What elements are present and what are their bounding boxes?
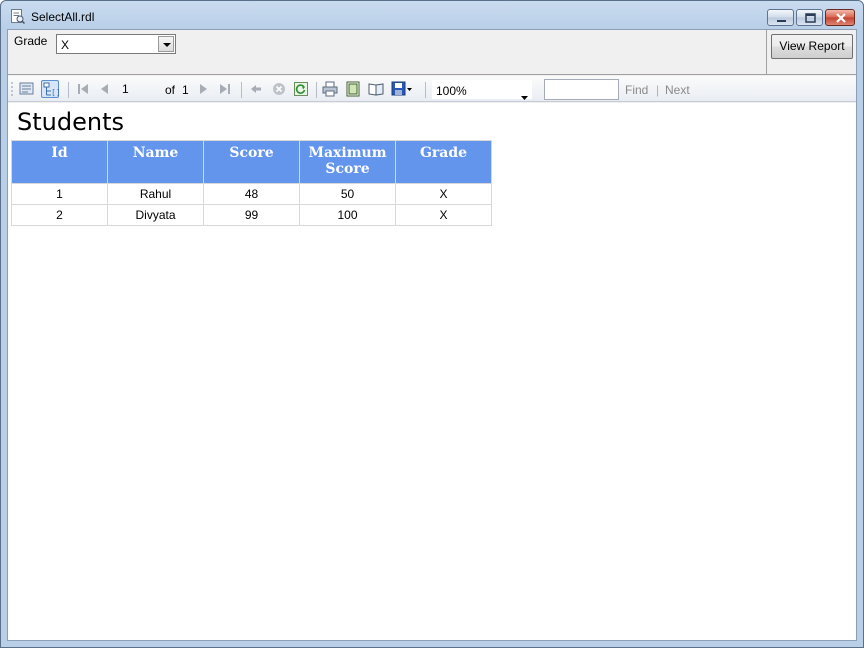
cell-maximum-score: 100	[299, 204, 396, 226]
zoom-select[interactable]: 100%	[432, 80, 532, 100]
toolbar-separator	[425, 82, 426, 98]
report-file-icon	[11, 9, 26, 25]
toolbar-separator	[68, 82, 69, 98]
find-text-input[interactable]	[544, 79, 619, 100]
cell-grade: X	[395, 183, 492, 205]
print-layout-icon[interactable]	[344, 80, 362, 98]
table-row: 2 Divyata 99 100 X	[11, 204, 492, 226]
print-icon[interactable]	[321, 80, 339, 98]
previous-page-icon[interactable]	[96, 80, 114, 98]
find-next-link[interactable]: Next	[665, 83, 690, 97]
view-report-button[interactable]: View Report	[771, 34, 853, 59]
report-viewer-client: Grade X View Report [] 1 of 1 100% Find …	[7, 29, 857, 641]
maximize-button[interactable]	[796, 9, 823, 26]
cell-id: 1	[11, 183, 108, 205]
first-page-icon[interactable]	[74, 80, 92, 98]
column-header-id: Id	[11, 140, 108, 184]
cell-score: 48	[203, 183, 300, 205]
document-map-icon[interactable]: []	[41, 80, 60, 98]
students-table: Id Name Score Maximum Score Grade 1 Rahu…	[11, 140, 492, 226]
grade-parameter-label: Grade	[14, 34, 48, 48]
find-link[interactable]: Find	[625, 83, 648, 97]
report-toolbar: [] 1 of 1 100% Find | Next	[8, 76, 856, 102]
column-header-grade: Grade	[395, 140, 492, 184]
cell-id: 2	[11, 204, 108, 226]
svg-text:[]: []	[51, 88, 60, 97]
toolbar-grip[interactable]	[11, 81, 13, 97]
toggle-parameters-icon[interactable]	[18, 80, 36, 98]
cell-maximum-score: 50	[299, 183, 396, 205]
column-header-score: Score	[203, 140, 300, 184]
stop-icon[interactable]	[270, 80, 288, 98]
next-page-icon[interactable]	[194, 80, 212, 98]
find-next-separator: |	[656, 83, 660, 97]
column-header-name: Name	[107, 140, 204, 184]
total-pages: 1	[182, 83, 189, 97]
parameter-divider	[766, 30, 767, 74]
last-page-icon[interactable]	[216, 80, 234, 98]
page-setup-icon[interactable]	[367, 80, 385, 98]
zoom-value: 100%	[436, 84, 467, 98]
refresh-icon[interactable]	[292, 80, 310, 98]
chevron-down-icon[interactable]	[158, 36, 174, 52]
parameter-area: Grade X View Report	[8, 30, 856, 75]
toolbar-separator	[316, 82, 317, 98]
report-body: Students Id Name Score Maximum Score Gra…	[8, 103, 856, 640]
column-header-maximum-score: Maximum Score	[299, 140, 396, 184]
title-bar[interactable]: SelectAll.rdl	[1, 1, 863, 29]
export-save-icon[interactable]	[390, 80, 414, 98]
cell-name: Rahul	[107, 183, 204, 205]
cell-grade: X	[395, 204, 492, 226]
page-of-label: of	[165, 83, 176, 97]
current-page-input[interactable]: 1	[118, 80, 160, 98]
report-title: Students	[17, 108, 124, 136]
report-viewer-window: SelectAll.rdl Grade X View Report [] 1 o…	[0, 0, 864, 648]
close-button[interactable]	[825, 9, 855, 26]
cell-name: Divyata	[107, 204, 204, 226]
window-title: SelectAll.rdl	[31, 10, 95, 24]
cell-score: 99	[203, 204, 300, 226]
chevron-down-icon[interactable]	[521, 89, 528, 103]
grade-parameter-value: X	[61, 38, 70, 52]
table-row: 1 Rahul 48 50 X	[11, 183, 492, 205]
grade-parameter-select[interactable]: X	[56, 34, 176, 54]
minimize-button[interactable]	[767, 9, 794, 26]
table-header-row: Id Name Score Maximum Score Grade	[11, 140, 492, 184]
back-icon[interactable]	[247, 80, 265, 98]
toolbar-separator	[241, 82, 242, 98]
